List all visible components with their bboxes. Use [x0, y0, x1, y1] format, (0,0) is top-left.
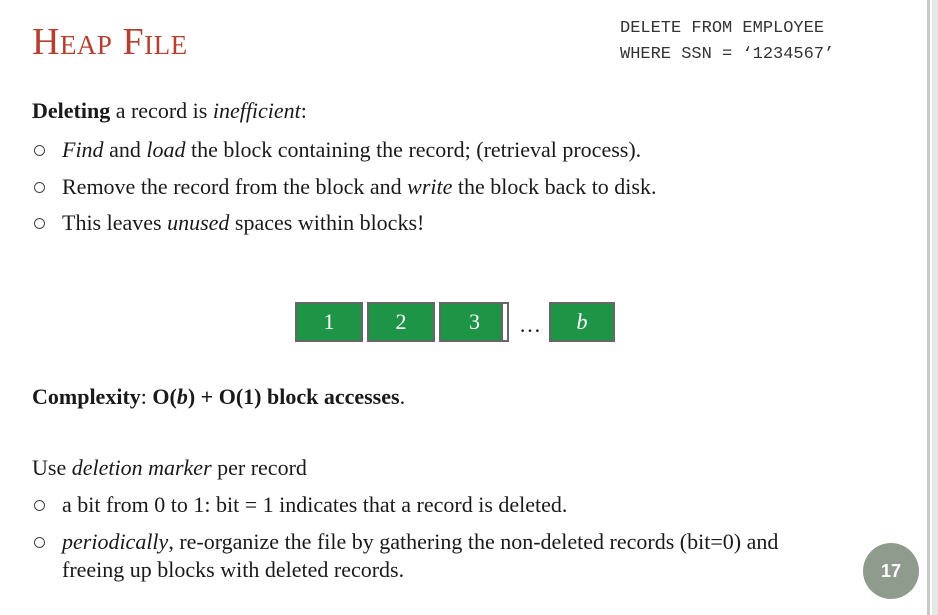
bullet-circle-icon [32, 209, 62, 237]
complexity-line: Complexity: O(b) + O(1) block accesses. [32, 384, 405, 410]
bullet-circle-icon [32, 491, 62, 519]
bullet-text: the block back to disk. [452, 174, 657, 199]
bullet-circle-icon [32, 528, 62, 584]
ellipsis: … [519, 312, 541, 337]
page-number-badge: 17 [863, 543, 919, 599]
intro-end: : [300, 98, 307, 123]
bullet-text: spaces within blocks! [229, 210, 425, 235]
bullet-text-italic: unused [167, 210, 230, 235]
complexity-var: b [176, 384, 188, 409]
use-text: per record [211, 455, 307, 480]
complexity-label: Complexity [32, 384, 141, 409]
sql-line-2: WHERE SSN = ‘1234567’ [620, 45, 835, 64]
bullet-circle-icon [32, 136, 62, 164]
bullet-text: , re-organize the file by gathering the … [62, 529, 779, 582]
use-italic: deletion marker [71, 455, 212, 480]
bullet-text: This leaves [62, 210, 168, 235]
intro-italic: inefficient [212, 98, 301, 123]
bullet-circle-icon [32, 173, 62, 201]
block-b: b [549, 301, 615, 342]
bullet-reorganize: periodically, re-organize the file by ga… [32, 528, 842, 584]
intro-line: Deleting a record is inefficient: [32, 98, 307, 124]
deletion-marker-line: Use deletion marker per record [32, 455, 307, 481]
use-text: Use [32, 455, 72, 480]
sql-line-1: DELETE FROM EMPLOYEE [620, 19, 825, 38]
complexity-colon: : [140, 384, 153, 409]
bullet-find: Find and load the block containing the r… [32, 136, 842, 164]
bullet-bit: a bit from 0 to 1: bit = 1 indicates tha… [32, 491, 842, 519]
block-2: 2 [367, 301, 435, 342]
block-3: 3 [439, 301, 503, 342]
sql-snippet: DELETE FROM EMPLOYEE WHERE SSN = ‘123456… [620, 16, 834, 68]
right-edge-shade [932, 0, 938, 615]
bullet-text-italic: load [146, 137, 186, 162]
bullet-text-italic: write [407, 174, 453, 199]
bullet-text: Remove the record from the block and [62, 174, 408, 199]
bullet-text: and [103, 137, 147, 162]
bullet-text: the block containing the record; (retrie… [185, 137, 642, 162]
bullet-unused: This leaves unused spaces within blocks! [32, 209, 842, 237]
intro-mid: a record is [110, 98, 213, 123]
right-edge-rule [927, 0, 930, 615]
block-diagram: 1 2 3 … b [295, 299, 619, 344]
intro-bold: Deleting [32, 98, 111, 123]
complexity-expr: ) + O(1) block accesses [187, 384, 400, 409]
bullet-remove: Remove the record from the block and wri… [32, 173, 842, 201]
slide-title: Heap File [32, 21, 188, 63]
bullet-text-italic: periodically [62, 529, 169, 554]
complexity-end: . [399, 384, 406, 409]
complexity-expr: O( [152, 384, 177, 409]
bullet-text: a bit from 0 to 1: bit = 1 indicates tha… [62, 492, 568, 517]
block-1: 1 [295, 301, 363, 342]
bullet-text-italic: Find [62, 137, 104, 162]
